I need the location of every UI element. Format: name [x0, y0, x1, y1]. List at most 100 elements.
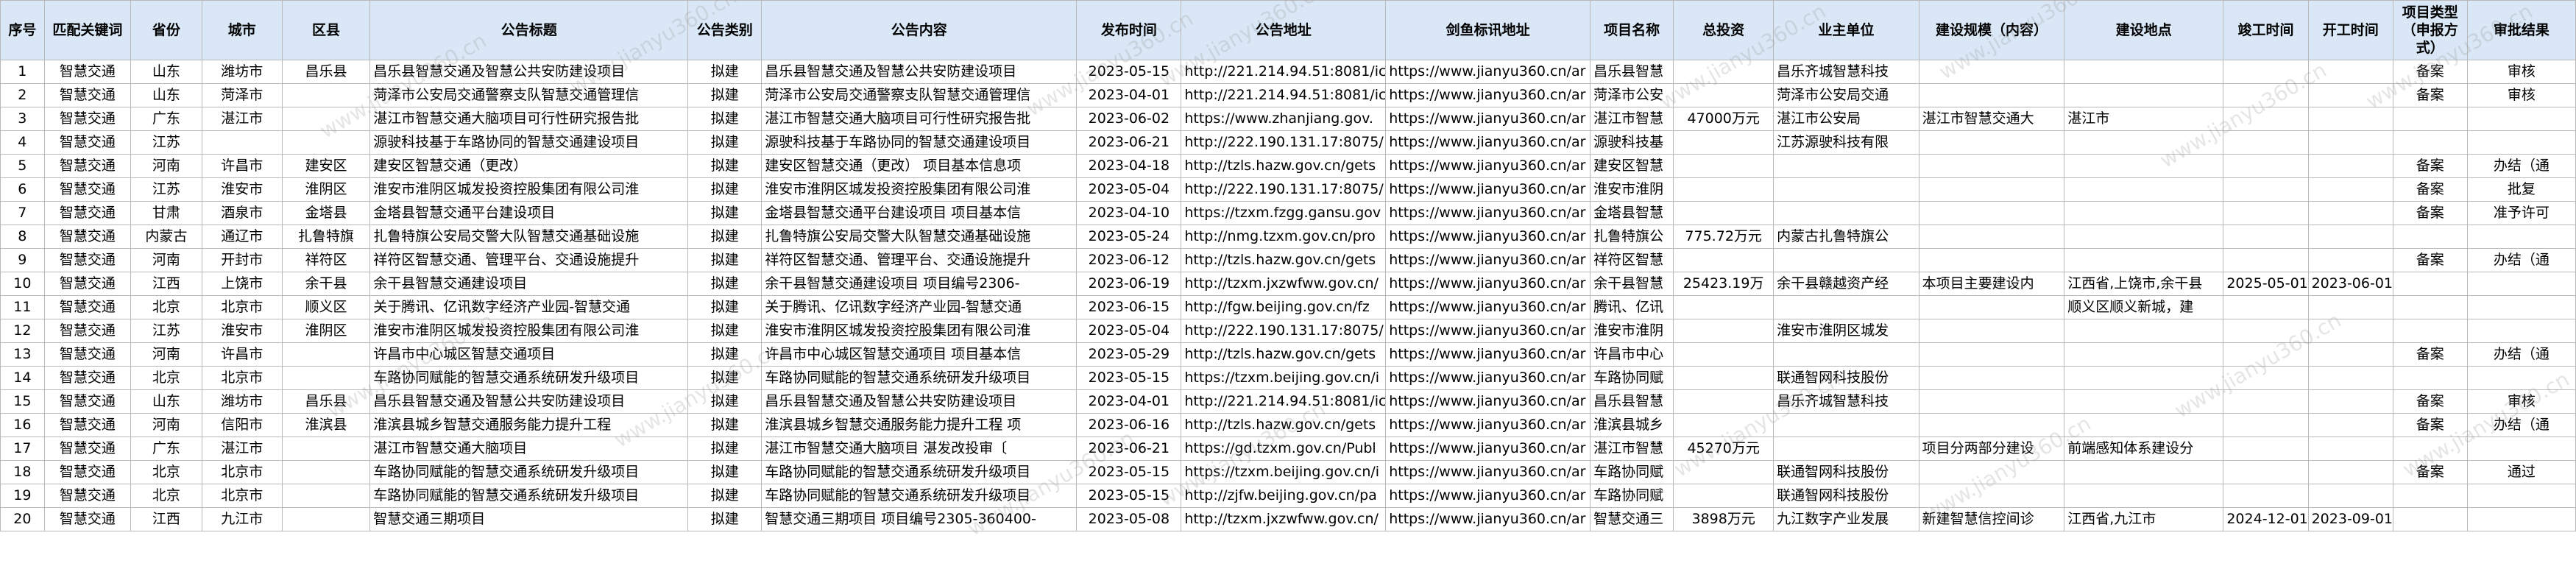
table-cell[interactable] [2307, 60, 2393, 84]
table-cell[interactable]: 菏泽市公安局交通警察支队智慧交通管理信 [369, 83, 689, 107]
table-cell[interactable]: 智慧交通 [43, 60, 132, 84]
table-cell[interactable]: 办结（通 [2466, 248, 2576, 272]
table-cell[interactable]: 河南 [130, 342, 202, 367]
table-cell[interactable]: 4 [0, 130, 45, 155]
table-cell[interactable]: 拟建 [687, 295, 762, 319]
column-header[interactable]: 公告标题 [369, 0, 689, 60]
table-cell[interactable] [1673, 413, 1774, 437]
table-row[interactable]: 17 智慧交通 广东 湛江市 湛江市智慧交通大脑项目 拟建 湛江市智慧交通大脑项目 湛发改投… [0, 437, 2576, 461]
column-header[interactable]: 业主单位 [1773, 0, 1919, 60]
table-cell[interactable]: 2023-06-02 [1076, 107, 1182, 131]
table-cell[interactable]: 北京市 [201, 295, 283, 319]
table-cell[interactable] [2392, 437, 2468, 461]
table-cell[interactable]: 联通智网科技股份 [1773, 460, 1919, 484]
table-cell[interactable]: 前端感知体系建设分 [2064, 437, 2224, 461]
table-cell[interactable]: 潍坊市 [201, 60, 283, 84]
table-cell[interactable]: 25423.19万 [1673, 272, 1774, 296]
table-cell[interactable]: http://tzls.hazw.gov.cn/gets [1181, 413, 1387, 437]
table-cell[interactable] [1918, 484, 2065, 508]
table-cell[interactable]: 淮阴区 [281, 319, 371, 343]
table-cell[interactable]: 甘肃 [130, 201, 202, 225]
table-cell[interactable] [2307, 177, 2393, 202]
table-row[interactable]: 3 智慧交通 广东 湛江市 湛江市智慧交通大脑项目可行性研究报告批 拟建 湛江市智慧交通大脑… [0, 107, 2576, 131]
table-cell[interactable] [2064, 248, 2224, 272]
table-cell[interactable] [2307, 248, 2393, 272]
table-cell[interactable]: 2023-06-12 [1076, 248, 1182, 272]
table-cell[interactable]: 审核 [2466, 389, 2576, 414]
table-cell[interactable]: 淮安市淮阴 [1590, 177, 1674, 202]
table-cell[interactable] [2307, 83, 2393, 107]
table-cell[interactable] [281, 342, 371, 367]
table-cell[interactable]: 6 [0, 177, 45, 202]
table-cell[interactable]: https://www.jianyu360.cn/ar [1385, 83, 1591, 107]
table-cell[interactable]: 湛江市 [201, 437, 283, 461]
column-header[interactable]: 公告类别 [687, 0, 762, 60]
table-cell[interactable] [1773, 437, 1919, 461]
table-row[interactable]: 16 智慧交通 河南 信阳市 淮滨县 淮滨县城乡智慧交通服务能力提升工程 拟建 淮滨县城乡智慧… [0, 413, 2576, 437]
table-cell[interactable]: 2024-12-01 [2223, 507, 2309, 531]
table-cell[interactable]: 智慧交通 [43, 460, 132, 484]
table-cell[interactable]: http://tzls.hazw.gov.cn/gets [1181, 342, 1387, 367]
table-cell[interactable] [2466, 295, 2576, 319]
table-cell[interactable]: 2023-05-04 [1076, 319, 1182, 343]
table-row[interactable]: 7 智慧交通 甘肃 酒泉市 金塔县 金塔县智慧交通平台建设项目 拟建 金塔县智慧交通平台建设项… [0, 201, 2576, 225]
table-cell[interactable]: 湛江市智慧 [1590, 437, 1674, 461]
table-row[interactable]: 6 智慧交通 江苏 淮安市 淮阴区 淮安市淮阴区城发投资控股集团有限公司淮 拟建 淮安市淮阴区… [0, 177, 2576, 202]
table-cell[interactable] [2307, 437, 2393, 461]
table-cell[interactable] [281, 507, 371, 531]
table-cell[interactable]: 联通智网科技股份 [1773, 484, 1919, 508]
table-cell[interactable] [1773, 413, 1919, 437]
table-cell[interactable]: 智慧交通 [43, 319, 132, 343]
table-cell[interactable]: 拟建 [687, 507, 762, 531]
table-cell[interactable]: 湛江市 [201, 107, 283, 131]
table-cell[interactable]: http://tzls.hazw.gov.cn/gets [1181, 154, 1387, 178]
table-cell[interactable] [1673, 201, 1774, 225]
table-cell[interactable]: 祥符区智慧交通、管理平台、交通设施提升 [369, 248, 689, 272]
table-cell[interactable]: 车路协同赋 [1590, 366, 1674, 390]
table-cell[interactable]: 淮安市淮阴区城发投资控股集团有限公司淮 [761, 177, 1078, 202]
table-cell[interactable] [1673, 389, 1774, 414]
table-cell[interactable]: 扎鲁特旗公安局交警大队智慧交通基础设施 [761, 225, 1078, 249]
table-cell[interactable] [1673, 366, 1774, 390]
table-cell[interactable] [281, 437, 371, 461]
table-cell[interactable]: 菏泽市公安局交通警察支队智慧交通管理信 [761, 83, 1078, 107]
table-cell[interactable]: 淮安市淮阴区城发投资控股集团有限公司淮 [369, 319, 689, 343]
table-cell[interactable]: 拟建 [687, 83, 762, 107]
table-cell[interactable] [1673, 248, 1774, 272]
table-cell[interactable]: 联通智网科技股份 [1773, 366, 1919, 390]
table-row[interactable]: 9 智慧交通 河南 开封市 祥符区 祥符区智慧交通、管理平台、交通设施提升 拟建 祥符区智慧交… [0, 248, 2576, 272]
table-cell[interactable]: http://zjfw.beijing.gov.cn/pa [1181, 484, 1387, 508]
table-cell[interactable]: 2023-05-15 [1076, 484, 1182, 508]
table-cell[interactable] [1918, 366, 2065, 390]
table-cell[interactable] [2392, 225, 2468, 249]
table-cell[interactable] [2466, 366, 2576, 390]
table-cell[interactable]: 3898万元 [1673, 507, 1774, 531]
table-cell[interactable] [2307, 413, 2393, 437]
table-cell[interactable]: 10 [0, 272, 45, 296]
table-cell[interactable] [1673, 154, 1774, 178]
table-cell[interactable] [1918, 389, 2065, 414]
column-header[interactable]: 开工时间 [2307, 0, 2393, 60]
table-cell[interactable]: 智慧交通三期项目 [369, 507, 689, 531]
table-cell[interactable] [2223, 437, 2309, 461]
column-header[interactable]: 匹配关键词 [43, 0, 132, 60]
table-cell[interactable] [2307, 295, 2393, 319]
table-cell[interactable] [1773, 248, 1919, 272]
column-header[interactable]: 区县 [281, 0, 371, 60]
table-cell[interactable]: 扎鲁特旗公安局交警大队智慧交通基础设施 [369, 225, 689, 249]
column-header[interactable]: 公告地址 [1181, 0, 1387, 60]
table-cell[interactable] [2223, 389, 2309, 414]
table-cell[interactable] [2392, 319, 2468, 343]
table-cell[interactable]: 智慧交通 [43, 507, 132, 531]
table-cell[interactable]: 建安区 [281, 154, 371, 178]
table-cell[interactable]: 淮滨县城乡 [1590, 413, 1674, 437]
table-cell[interactable]: 拟建 [687, 389, 762, 414]
table-cell[interactable]: 通辽市 [201, 225, 283, 249]
table-cell[interactable] [1918, 201, 2065, 225]
table-cell[interactable]: https://www.jianyu360.cn/ar [1385, 460, 1591, 484]
table-cell[interactable] [2307, 389, 2393, 414]
table-cell[interactable]: 车路协同赋能的智慧交通系统研发升级项目 [369, 366, 689, 390]
table-cell[interactable]: 2 [0, 83, 45, 107]
table-cell[interactable]: 1 [0, 60, 45, 84]
table-cell[interactable]: 2023-06-21 [1076, 130, 1182, 155]
